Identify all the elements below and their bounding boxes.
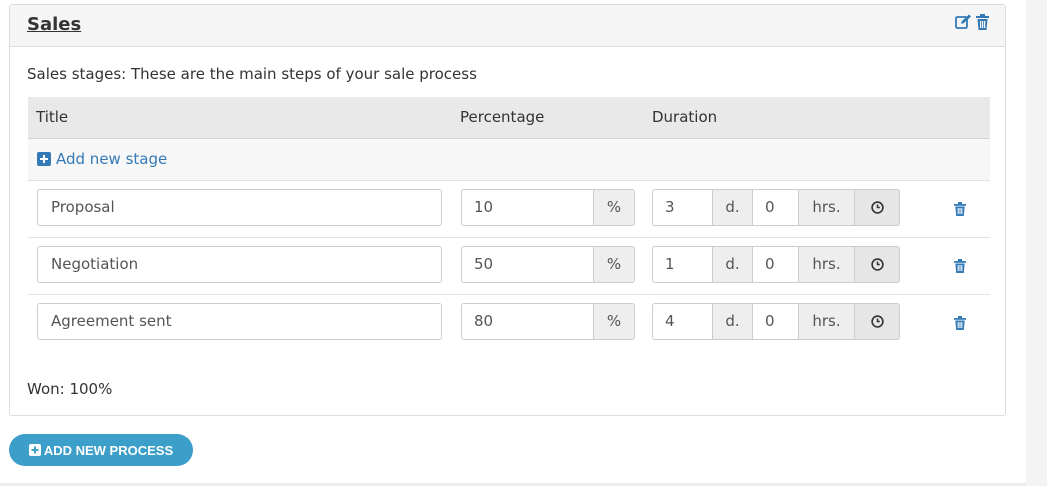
hours-input[interactable]: 0 [753,303,799,340]
column-header-duration: Duration [652,108,718,126]
stage-row: Proposal 10 % 3 d. 0 hrs. [28,180,990,238]
duration-group: 1 d. 0 hrs. [652,246,900,283]
percentage-group: 50 % [461,246,635,283]
add-stage-label: Add new stage [56,150,168,168]
stage-row: Negotiation 50 % 1 d. 0 hrs. [28,237,990,295]
hours-addon: hrs. [799,246,855,283]
delete-stage-icon[interactable] [954,315,966,334]
plus-square-icon [37,152,51,166]
panel-header: Sales [10,5,1005,47]
days-addon: d. [713,246,753,283]
percentage-group: 80 % [461,303,635,340]
hours-addon: hrs. [799,189,855,226]
add-new-process-button[interactable]: ADD NEW PROCESS [9,434,193,466]
days-input[interactable]: 3 [652,189,713,226]
days-addon: d. [713,189,753,226]
stage-title-input[interactable]: Proposal [37,189,442,226]
stage-title-input[interactable]: Negotiation [37,246,442,283]
delete-stage-icon[interactable] [954,258,966,277]
stage-row: Agreement sent 80 % 4 d. 0 hrs. [28,294,990,351]
percentage-input[interactable]: 10 [461,189,594,226]
stage-title-input[interactable]: Agreement sent [37,303,442,340]
percentage-group: 10 % [461,189,635,226]
percent-addon: % [594,189,635,226]
clock-button[interactable] [855,303,900,340]
panel-title[interactable]: Sales [27,14,81,35]
process-panel: Sales Sales stages: These are the main s… [9,4,1006,416]
percent-addon: % [594,246,635,283]
add-stage-row: Add new stage [28,139,990,181]
add-stage-link[interactable]: Add new stage [37,150,167,168]
panel-header-actions [955,14,989,30]
column-header-title: Title [36,108,69,126]
edit-icon[interactable] [955,14,972,30]
days-input[interactable]: 1 [652,246,713,283]
percent-addon: % [594,303,635,340]
stages-description: Sales stages: These are the main steps o… [27,65,477,83]
clock-button[interactable] [855,189,900,226]
clock-icon [870,201,884,214]
clock-icon [870,258,884,271]
days-addon: d. [713,303,753,340]
clock-button[interactable] [855,246,900,283]
stages-table-header: Title Percentage Duration [28,97,990,139]
delete-stage-icon[interactable] [954,201,966,220]
plus-square-icon [28,444,41,456]
hours-input[interactable]: 0 [753,189,799,226]
clock-icon [870,315,884,328]
trash-icon[interactable] [976,14,989,30]
add-new-process-label: ADD NEW PROCESS [43,442,174,458]
won-total: Won: 100% [27,380,113,398]
column-header-percentage: Percentage [460,108,545,126]
percentage-input[interactable]: 50 [461,246,594,283]
percentage-input[interactable]: 80 [461,303,594,340]
hours-input[interactable]: 0 [753,246,799,283]
days-input[interactable]: 4 [652,303,713,340]
duration-group: 4 d. 0 hrs. [652,303,900,340]
hours-addon: hrs. [799,303,855,340]
duration-group: 3 d. 0 hrs. [652,189,900,226]
